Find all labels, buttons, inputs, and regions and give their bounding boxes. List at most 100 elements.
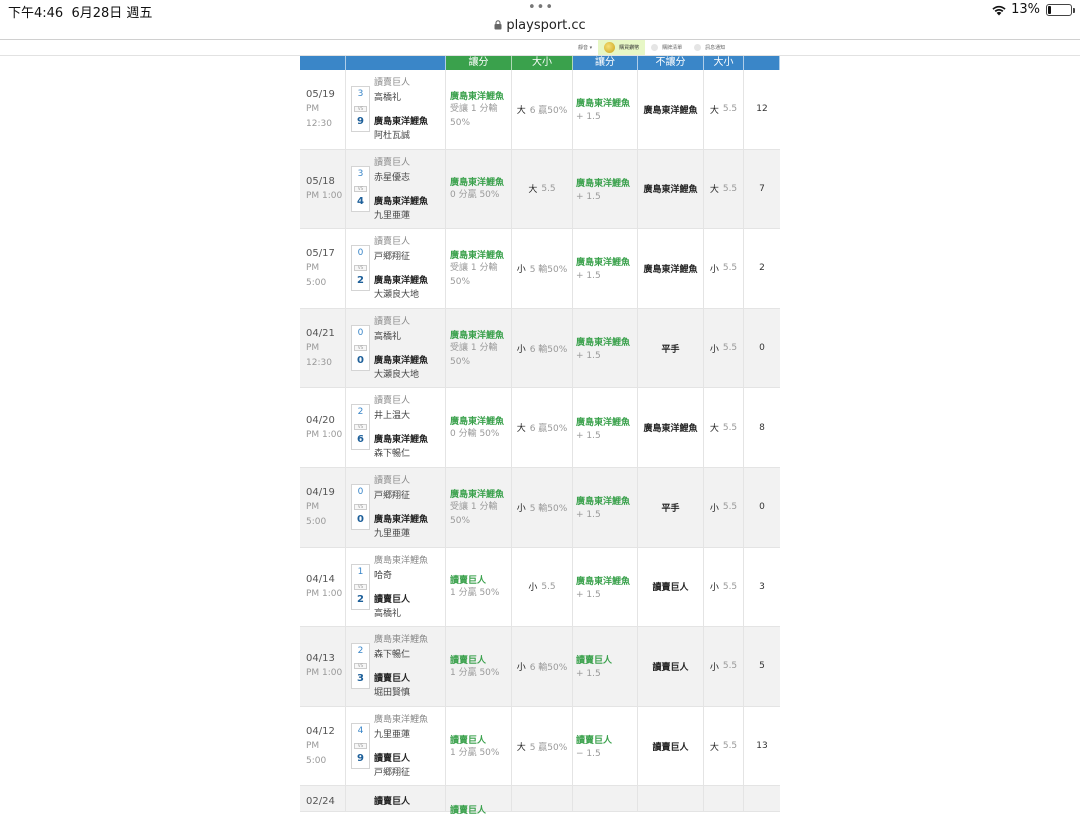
column-header: 大小 xyxy=(512,56,573,70)
ou-pick: 小 xyxy=(516,662,526,673)
vs-badge: VS xyxy=(354,583,367,590)
away-score: 1 xyxy=(357,566,364,577)
table-row: 04/14 PM 1:00 廣島東洋鯉魚 哈奇 1 VS 2 讀賣巨人 高橋礼 讀賣巨人 1 分贏 … xyxy=(300,547,780,628)
spread-cell: 廣島東洋鯉魚 0 分輸 50% xyxy=(446,388,512,467)
time-text: 5:00 xyxy=(306,516,327,527)
ou-result-pick: 小 xyxy=(709,583,719,594)
away-score: 0 xyxy=(357,327,364,338)
spread-team: 讀賣巨人 xyxy=(450,576,487,587)
matchup[interactable]: 讀賣巨人 xyxy=(346,786,446,812)
spread-line: 0 分輸 50% xyxy=(450,429,500,440)
spread-team: 讀賣巨人 xyxy=(450,655,487,666)
vs-badge: VS xyxy=(354,265,367,272)
spread-line: 1 分贏 50% xyxy=(450,667,500,678)
home-pitcher: 戸郷翔征 xyxy=(374,767,411,778)
ou-result-pick: 大 xyxy=(709,105,719,116)
spread-team: 廣島東洋鯉魚 xyxy=(450,330,505,341)
score-box: 1 VS 2 xyxy=(351,563,370,610)
moneyline-result: 讀賣巨人 xyxy=(638,627,704,706)
ou-result-cell: 大 5.5 xyxy=(704,388,744,467)
table-row: 05/19 PM 12:30 讀賣巨人 高橋礼 3 VS 9 廣島東洋鯉魚 阿杜瓦誠 廣島東洋鯉魚受… xyxy=(300,70,780,150)
spread-result-cell: 廣島東洋鯉魚 + 1.5 xyxy=(573,308,638,388)
spread-result-team: 廣島東洋鯉魚 xyxy=(576,178,631,189)
ou-result-cell: 小 5.5 xyxy=(704,229,744,308)
home-team: 讀賣巨人 xyxy=(374,797,411,808)
spread-result-cell: 讀賣巨人 − 1.5 xyxy=(573,706,638,786)
spread-cell: 廣島東洋鯉魚 0 分贏 50% xyxy=(446,149,512,229)
vs-badge: VS xyxy=(354,106,367,112)
buy-coins-button[interactable]: 購買鑽幣 xyxy=(598,40,646,55)
spread-result-cell: 廣島東洋鯉魚 + 1.5 xyxy=(573,149,638,229)
site-toolbar: 靜音 ▾ 購買鑽幣 購牌清單 訊息通知 xyxy=(572,40,731,55)
ampm-text: PM xyxy=(306,501,320,512)
game-date: 04/13 PM 1:00 xyxy=(300,627,346,706)
home-team: 讀賣巨人 xyxy=(374,674,411,685)
score-box: 4 VS 9 xyxy=(351,722,370,769)
purchase-list-link[interactable]: 購牌清單 xyxy=(645,40,688,55)
matchup[interactable]: 廣島東洋鯉魚 哈奇 1 VS 2 讀賣巨人 高橋礼 xyxy=(346,547,446,627)
matchup[interactable]: 廣島東洋鯉魚 森下暢仁 2 VS 3 讀賣巨人 堀田賢慎 xyxy=(346,627,446,706)
date-text: 04/12 xyxy=(306,725,335,737)
vs-badge: VS xyxy=(354,742,367,749)
address-bar[interactable]: playsport.cc xyxy=(0,18,1080,40)
date-text: 04/14 xyxy=(306,573,335,585)
ou-pick: 大 xyxy=(516,105,526,116)
spread-cell: 廣島東洋鯉魚 受讓 1 分輸 50% xyxy=(446,467,512,547)
ou-result-pick: 小 xyxy=(709,662,719,673)
spread-result-cell: 廣島東洋鯉魚 + 1.5 xyxy=(573,388,638,467)
notifications-link[interactable]: 訊息通知 xyxy=(688,40,731,55)
over-under-cell: 大6 贏50% xyxy=(512,388,573,467)
over-under-cell: 大5 贏50% xyxy=(512,706,573,786)
spread-result-team: 廣島東洋鯉魚 xyxy=(576,576,631,587)
moneyline-result: 平手 xyxy=(638,467,704,547)
total-runs: 12 xyxy=(756,104,768,115)
game-date: 05/18 PM 1:00 xyxy=(300,149,346,229)
spread-result-line: + 1.5 xyxy=(576,510,601,521)
matchup[interactable]: 讀賣巨人 高橋礼 3 VS 9 廣島東洋鯉魚 阿杜瓦誠 xyxy=(346,70,446,149)
spread-line: 受讓 1 分輸 50% xyxy=(450,501,498,526)
score-box: 3 VS 4 xyxy=(351,165,370,212)
home-score: 9 xyxy=(357,752,364,764)
ampm-text: PM 1:00 xyxy=(306,588,343,599)
over-under-cell: 小6 輸50% xyxy=(512,627,573,706)
tab-dots-icon[interactable]: ••• xyxy=(528,0,554,15)
mute-dropdown[interactable]: 靜音 ▾ xyxy=(572,40,598,55)
over-under-cell: 大6 贏50% xyxy=(512,70,573,149)
moneyline-result xyxy=(638,786,704,812)
matchup[interactable]: 廣島東洋鯉魚 九里亜蓮 4 VS 9 讀賣巨人 戸郷翔征 xyxy=(346,706,446,786)
game-date: 04/12 PM 5:00 xyxy=(300,706,346,786)
ou-result-value: 5.5 xyxy=(722,741,738,752)
matchup[interactable]: 讀賣巨人 戸郷翔征 0 VS 2 廣島東洋鯉魚 大瀬良大地 xyxy=(346,229,446,308)
ou-result-cell: 大 5.5 xyxy=(704,706,744,786)
matchup[interactable]: 讀賣巨人 高橋礼 0 VS 0 廣島東洋鯉魚 大瀬良大地 xyxy=(346,308,446,388)
over-under-cell: 小5 輸50% xyxy=(512,229,573,308)
matchup[interactable]: 讀賣巨人 井上温大 2 VS 6 廣島東洋鯉魚 森下暢仁 xyxy=(346,388,446,467)
ou-pick: 大 xyxy=(528,185,538,196)
ou-result-cell: 小 5.5 xyxy=(704,308,744,388)
date-text: 04/13 xyxy=(306,653,335,665)
ou-value: 6 贏50% xyxy=(529,105,568,116)
spread-result-line: + 1.5 xyxy=(576,191,601,202)
column-header xyxy=(300,56,346,70)
matchup[interactable]: 讀賣巨人 戸郷翔征 0 VS 0 廣島東洋鯉魚 九里亜蓮 xyxy=(346,467,446,547)
away-score: 3 xyxy=(357,168,364,179)
game-date: 04/20 PM 1:00 xyxy=(300,388,346,467)
spread-result-cell: 廣島東洋鯉魚 + 1.5 xyxy=(573,70,638,149)
home-score: 3 xyxy=(357,673,364,685)
vs-badge: VS xyxy=(354,344,367,351)
spread-result-line: + 1.5 xyxy=(576,351,601,362)
vs-badge: VS xyxy=(354,503,367,510)
status-right: 13% xyxy=(991,2,1075,17)
ampm-text: PM xyxy=(306,740,320,751)
home-team: 廣島東洋鯉魚 xyxy=(374,196,429,207)
spread-line: 1 分贏 50% xyxy=(450,588,500,599)
home-team: 廣島東洋鯉魚 xyxy=(374,355,429,366)
time-text: 5:00 xyxy=(306,755,327,766)
url-text: playsport.cc xyxy=(506,18,586,33)
matchup[interactable]: 讀賣巨人 赤星優志 3 VS 4 廣島東洋鯉魚 九里亜蓮 xyxy=(346,149,446,229)
column-header: 大小 xyxy=(704,56,744,70)
home-team: 廣島東洋鯉魚 xyxy=(374,514,429,525)
over-under-cell: 小 5.5 xyxy=(512,547,573,627)
away-pitcher: 哈奇 xyxy=(374,570,393,581)
spread-result-cell: 廣島東洋鯉魚 + 1.5 xyxy=(573,547,638,627)
